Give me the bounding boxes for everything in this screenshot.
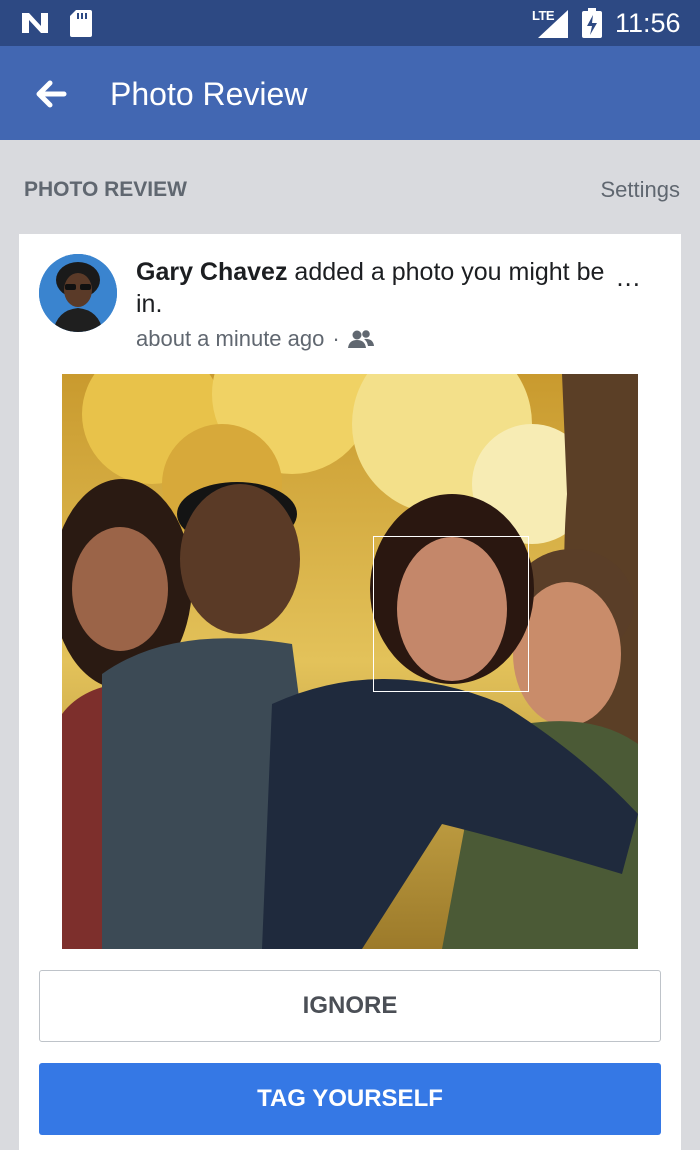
more-options-button[interactable]: ... xyxy=(616,262,641,293)
meta-separator: · xyxy=(332,326,340,351)
avatar[interactable] xyxy=(39,254,117,332)
section-header: PHOTO REVIEW xyxy=(24,178,187,201)
signal-icon xyxy=(538,10,568,38)
arrow-left-icon xyxy=(36,80,67,108)
friends-icon xyxy=(347,330,374,348)
timestamp[interactable]: about a minute ago xyxy=(136,326,324,352)
face-tag-box[interactable] xyxy=(373,536,529,692)
n-notification-icon xyxy=(22,13,48,33)
tagged-photo[interactable] xyxy=(62,374,638,949)
sd-card-icon xyxy=(70,10,92,37)
back-button[interactable] xyxy=(28,72,72,116)
author-name[interactable]: Gary Chavez xyxy=(136,258,287,286)
settings-link[interactable]: Settings xyxy=(601,177,681,203)
page-title: Photo Review xyxy=(110,76,308,112)
post-text: Gary Chavez added a photo you might be i… xyxy=(136,256,606,320)
photo-review-card: Gary Chavez added a photo you might be i… xyxy=(19,234,681,1150)
post-meta: about a minute ago · xyxy=(136,326,374,352)
battery-charging-icon xyxy=(582,8,602,38)
clock: 11:56 xyxy=(615,8,681,38)
tag-yourself-button[interactable]: TAG YOURSELF xyxy=(39,1063,661,1135)
status-bar: LTE 11:56 xyxy=(0,0,700,46)
ignore-button[interactable]: IGNORE xyxy=(39,970,661,1042)
app-bar: Photo Review xyxy=(0,46,700,140)
